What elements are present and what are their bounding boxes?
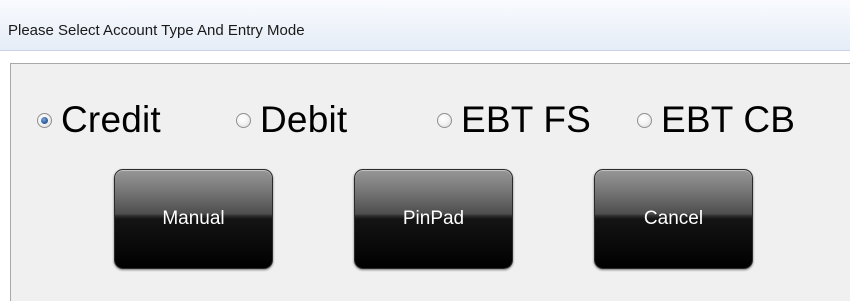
- radio-ebt-fs-label: EBT FS: [461, 99, 592, 140]
- radio-debit-button[interactable]: [236, 112, 251, 128]
- radio-ebt-fs-button[interactable]: [437, 112, 452, 128]
- cancel-button-label: Cancel: [643, 208, 704, 229]
- manual-button[interactable]: Manual: [114, 169, 273, 269]
- radio-credit-button[interactable]: [37, 112, 52, 128]
- radio-ebt-cb[interactable]: EBT CB: [637, 98, 795, 142]
- radio-credit-label: Credit: [61, 99, 161, 140]
- radio-ebt-fs[interactable]: EBT FS: [437, 98, 591, 142]
- cancel-button[interactable]: Cancel: [594, 169, 753, 269]
- radio-credit[interactable]: Credit: [37, 98, 161, 142]
- radio-debit[interactable]: Debit: [236, 98, 347, 142]
- title-bar: Please Select Account Type And Entry Mod…: [0, 0, 850, 51]
- pinpad-button-label: PinPad: [402, 208, 465, 229]
- pinpad-button[interactable]: PinPad: [354, 169, 513, 269]
- radio-ebt-cb-label: EBT CB: [661, 99, 796, 140]
- manual-button-label: Manual: [162, 208, 225, 229]
- window-title: Please Select Account Type And Entry Mod…: [8, 22, 305, 39]
- radio-ebt-cb-button[interactable]: [637, 112, 652, 128]
- radio-debit-label: Debit: [260, 99, 348, 140]
- dialog-window: Please Select Account Type And Entry Mod…: [0, 0, 850, 301]
